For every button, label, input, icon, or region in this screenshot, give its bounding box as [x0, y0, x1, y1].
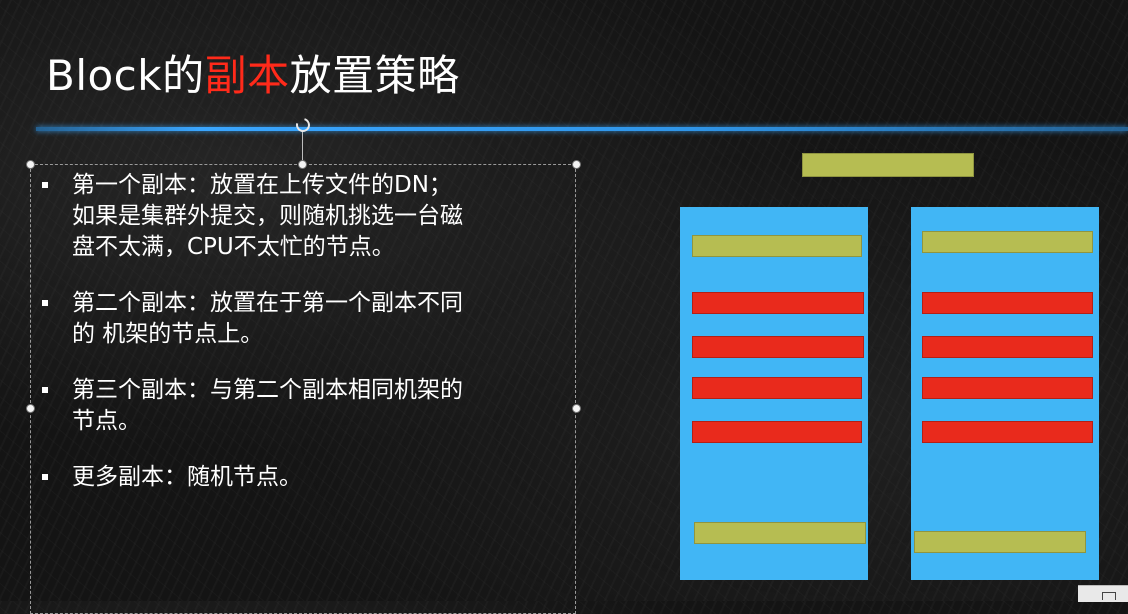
rack-left-block-top	[692, 235, 862, 257]
incoming-block	[802, 153, 974, 177]
rack-right-node-1	[922, 292, 1093, 314]
title-prefix: Block的	[46, 51, 205, 100]
bullet-text: 更多副本：随机节点。	[72, 464, 302, 490]
resize-handle-top-right[interactable]	[572, 160, 581, 169]
rack-left-node-4	[692, 421, 862, 443]
resize-handle-top-center[interactable]	[298, 160, 307, 169]
rack-left-block-bottom	[694, 522, 866, 544]
bullet-icon	[42, 387, 48, 393]
bullet-item-3: 第三个副本：与第二个副本相同机架的 节点。	[42, 375, 562, 437]
rack-right-block-bottom	[914, 531, 1086, 553]
rotate-handle-icon[interactable]	[293, 115, 313, 135]
rack-right-node-2	[922, 336, 1093, 358]
slide-title: Block的副本放置策略	[46, 48, 460, 104]
rack-left-node-2	[692, 336, 864, 358]
bullet-text: 第三个副本：与第二个副本相同机架的 节点。	[72, 377, 463, 434]
bullet-icon	[42, 300, 48, 306]
slide-view-icon[interactable]	[1102, 592, 1116, 600]
rack-right-node-3	[922, 377, 1093, 399]
bullet-text: 第二个副本：放置在于第一个副本不同 的 机架的节点上。	[72, 290, 463, 347]
title-underline	[36, 127, 1128, 131]
bullet-item-1: 第一个副本：放置在上传文件的DN； 如果是集群外提交，则随机挑选一台磁 盘不太满…	[42, 170, 562, 263]
title-highlight: 副本	[204, 51, 290, 100]
rack-right-block-top	[922, 231, 1093, 253]
resize-handle-middle-right[interactable]	[572, 404, 581, 413]
rack-left-node-1	[692, 292, 864, 314]
bullet-list[interactable]: 第一个副本：放置在上传文件的DN； 如果是集群外提交，则随机挑选一台磁 盘不太满…	[42, 170, 562, 518]
resize-handle-middle-left[interactable]	[26, 404, 35, 413]
resize-handle-top-left[interactable]	[26, 160, 35, 169]
bullet-item-4: 更多副本：随机节点。	[42, 462, 562, 493]
rack-right-node-4	[922, 421, 1093, 443]
bullet-item-2: 第二个副本：放置在于第一个副本不同 的 机架的节点上。	[42, 288, 562, 350]
bullet-text: 第一个副本：放置在上传文件的DN； 如果是集群外提交，则随机挑选一台磁 盘不太满…	[72, 172, 463, 260]
bullet-icon	[42, 474, 48, 480]
title-suffix: 放置策略	[289, 51, 460, 100]
bullet-icon	[42, 182, 48, 188]
rack-left-node-3	[692, 377, 862, 399]
